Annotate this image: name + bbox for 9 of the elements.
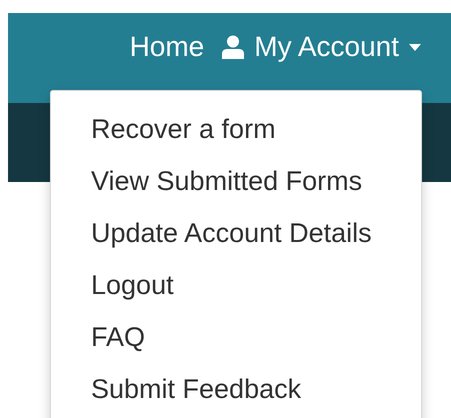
menu-item[interactable]: Recover a form (51, 103, 421, 155)
account-menu-link[interactable]: My Account (222, 31, 421, 63)
menu-item[interactable]: FAQ (51, 311, 421, 363)
user-icon (222, 35, 244, 59)
menu-item[interactable]: Logout (51, 259, 421, 311)
menu-item[interactable]: Submit Feedback (51, 363, 421, 415)
menu-item[interactable]: Update Account Details (51, 207, 421, 259)
nav-link[interactable]: Home (130, 31, 204, 63)
menu-item[interactable]: View Submitted Forms (51, 155, 421, 207)
